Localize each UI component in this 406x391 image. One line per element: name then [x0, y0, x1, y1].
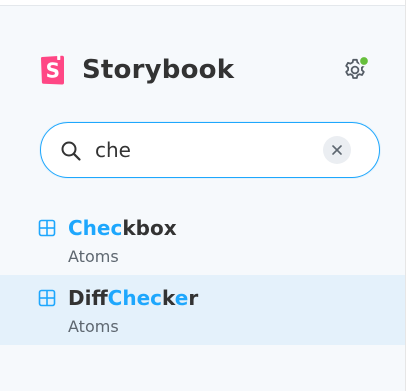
sidebar-header: S Storybook [40, 52, 370, 88]
logo-letter: S [46, 59, 60, 83]
result-path: Atoms [68, 317, 119, 336]
result-title-match: Chec [68, 216, 123, 240]
settings-button[interactable] [340, 55, 370, 85]
component-icon [38, 219, 56, 237]
top-divider [0, 0, 405, 6]
result-title-match: e [174, 286, 189, 310]
result-path: Atoms [68, 247, 119, 266]
search-field[interactable] [40, 122, 380, 178]
result-title-rest: kbox [122, 216, 177, 240]
app-title: Storybook [82, 55, 235, 85]
result-title: Checkbox [68, 215, 177, 241]
component-icon [38, 289, 56, 307]
sidebar: S Storybook che Checkbox Atoms DiffCheck… [0, 0, 406, 391]
search-result-diffchecker[interactable]: DiffChecker Atoms [0, 275, 405, 345]
result-title-rest: Diff [68, 286, 108, 310]
clear-search-button[interactable] [323, 136, 351, 164]
result-title-rest: k [162, 286, 175, 310]
close-icon [332, 145, 342, 155]
update-badge [358, 55, 370, 67]
search-result-checkbox[interactable]: Checkbox Atoms [0, 205, 405, 275]
storybook-logo[interactable]: S [40, 53, 66, 86]
search-input[interactable] [95, 131, 335, 169]
result-title-rest: r [188, 286, 199, 310]
gear-icon [345, 55, 370, 79]
result-title: DiffChecker [68, 285, 198, 311]
result-title-match: Chec [107, 286, 163, 310]
search-results: Checkbox Atoms DiffChecker Atoms [0, 205, 405, 345]
search-icon [61, 141, 81, 161]
